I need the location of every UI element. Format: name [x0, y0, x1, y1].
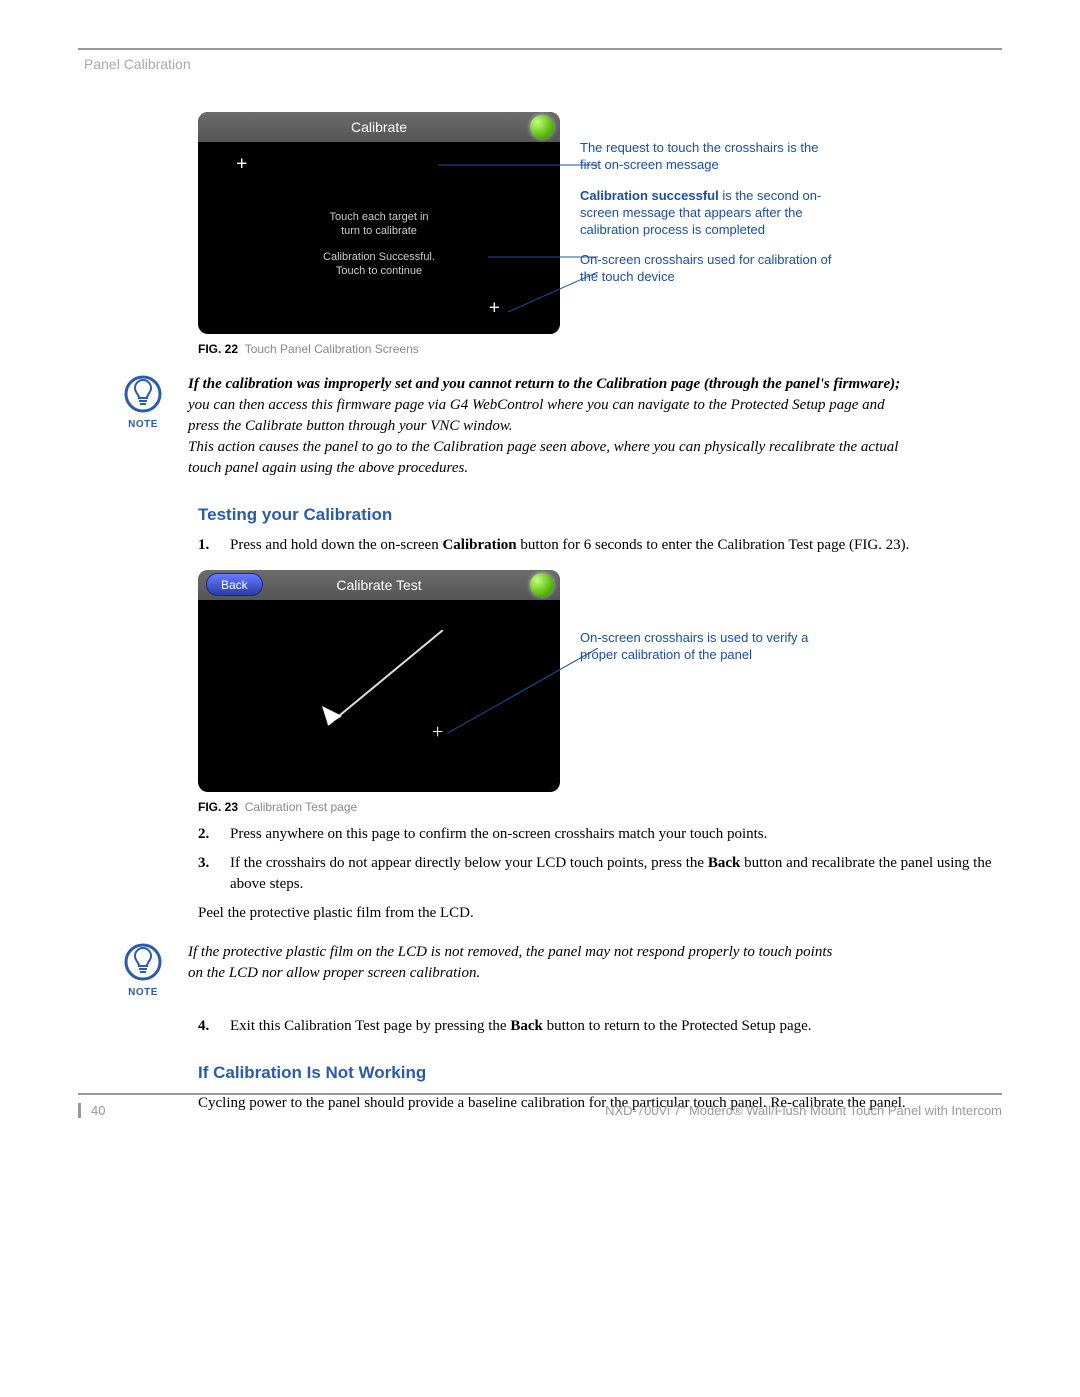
note-label: NOTE [118, 987, 168, 998]
note-icon: NOTE [118, 942, 168, 998]
annotation-1: The request to touch the crosshairs is t… [580, 140, 840, 174]
step-1: 1. Press and hold down the on-screen Cal… [198, 535, 1002, 556]
calibrate-screen: Calibrate + + Touch each target in turn … [198, 112, 560, 334]
step-text: If the crosshairs do not appear directly… [230, 855, 708, 871]
step-num: 2. [198, 824, 220, 845]
crosshair-icon: + [432, 722, 443, 742]
step-text: Exit this Calibration Test page by press… [230, 1018, 510, 1034]
screen-titlebar: Back Calibrate Test [198, 570, 560, 600]
product-name: NXD-700Vi 7" Modero® Wall/Flush Mount To… [605, 1103, 1002, 1118]
step-4: 4. Exit this Calibration Test page by pr… [198, 1016, 1002, 1037]
screen-title: Calibrate Test [336, 577, 421, 593]
note-2-text: If the protective plastic film on the LC… [188, 942, 838, 998]
screen-titlebar: Calibrate [198, 112, 560, 142]
note-1-bold: If the calibration was improperly set an… [188, 376, 900, 392]
status-orb-icon [530, 573, 554, 597]
annotation-2-bold: Calibration successful [580, 188, 719, 203]
figure-23-block: Back Calibrate Test + On-screen crosshai… [198, 570, 1002, 814]
fig-text: Touch Panel Calibration Screens [245, 342, 419, 356]
step-bold: Calibration [442, 537, 516, 553]
note-1-rest: you can then access this firmware page v… [188, 397, 885, 434]
fig-label: FIG. 23 [198, 800, 238, 814]
figure-22-caption: FIG. 22 Touch Panel Calibration Screens [198, 342, 1002, 356]
step-2: 2. Press anywhere on this page to confir… [198, 824, 1002, 845]
step-bold: Back [708, 855, 741, 871]
step-text: Press anywhere on this page to confirm t… [230, 824, 767, 845]
annotation-3: On-screen crosshairs used for calibratio… [580, 252, 840, 286]
back-button-label: Back [221, 578, 248, 592]
figure-23-caption: FIG. 23 Calibration Test page [198, 800, 1002, 814]
step-num: 1. [198, 535, 220, 556]
crosshair-icon: + [236, 154, 247, 174]
note-label: NOTE [118, 419, 168, 430]
step-list-1: 1. Press and hold down the on-screen Cal… [198, 535, 1002, 556]
status-orb-icon [530, 115, 554, 139]
screen-instruction-2: Calibration Successful. Touch to continu… [198, 250, 560, 279]
step-3: 3. If the crosshairs do not appear direc… [198, 853, 1002, 895]
page-footer: 40 NXD-700Vi 7" Modero® Wall/Flush Mount… [78, 1093, 1002, 1118]
figure-23-annotation: On-screen crosshairs is used to verify a… [580, 630, 820, 664]
note-block-2: NOTE If the protective plastic film on t… [118, 942, 1002, 998]
back-button[interactable]: Back [206, 573, 263, 596]
screen-instruction-1: Touch each target in turn to calibrate [198, 210, 560, 239]
step-num: 3. [198, 853, 220, 895]
calibrate-test-screen: Back Calibrate Test + [198, 570, 560, 792]
note-1-text: If the calibration was improperly set an… [188, 374, 918, 479]
heading-not-working: If Calibration Is Not Working [198, 1063, 1002, 1083]
screen-title: Calibrate [351, 119, 407, 135]
step-text: Press and hold down the on-screen [230, 537, 442, 553]
peel-text: Peel the protective plastic film from th… [198, 903, 1002, 924]
top-rule [78, 48, 1002, 50]
note-1-line2: This action causes the panel to go to th… [188, 439, 898, 476]
step-text: button to return to the Protected Setup … [543, 1018, 812, 1034]
note-icon: NOTE [118, 374, 168, 479]
step-text: button for 6 seconds to enter the Calibr… [517, 537, 910, 553]
figure-22-annotations: The request to touch the crosshairs is t… [580, 112, 840, 300]
fig-label: FIG. 22 [198, 342, 238, 356]
page-number: 40 [78, 1103, 105, 1118]
note-block-1: NOTE If the calibration was improperly s… [118, 374, 1002, 479]
fig-text: Calibration Test page [245, 800, 358, 814]
step-list-3: 4. Exit this Calibration Test page by pr… [198, 1016, 1002, 1037]
section-header: Panel Calibration [84, 56, 1002, 72]
crosshair-icon: + [489, 298, 500, 318]
step-list-2: 2. Press anywhere on this page to confir… [198, 824, 1002, 895]
step-num: 4. [198, 1016, 220, 1037]
figure-22-block: Calibrate + + Touch each target in turn … [198, 112, 1002, 356]
step-bold: Back [510, 1018, 543, 1034]
heading-testing: Testing your Calibration [198, 505, 1002, 525]
annotation-2: Calibration successful is the second on-… [580, 188, 840, 239]
